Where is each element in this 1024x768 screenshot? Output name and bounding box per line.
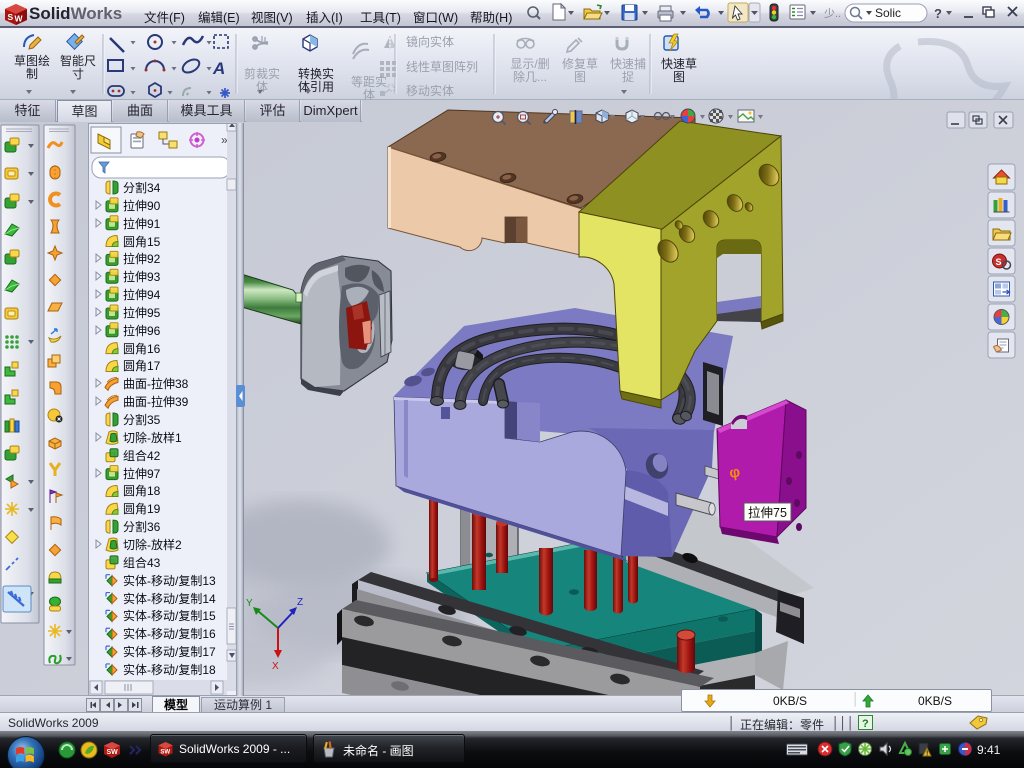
svg-text:圆角16: 圆角16 xyxy=(123,342,161,356)
svg-text:S: S xyxy=(996,257,1002,267)
svg-text:实体-移动/复制13: 实体-移动/复制13 xyxy=(123,573,216,588)
svg-text:实体-移动/复制15: 实体-移动/复制15 xyxy=(123,608,216,623)
svg-text:A: A xyxy=(212,59,225,78)
svg-text:Solic: Solic xyxy=(875,6,901,20)
svg-text:X: X xyxy=(272,661,279,672)
svg-text:Y: Y xyxy=(246,598,253,609)
svg-text:拉伸97: 拉伸97 xyxy=(123,466,161,481)
svg-text:!: ! xyxy=(926,751,928,758)
svg-text:圆角15: 圆角15 xyxy=(123,235,161,249)
svg-text:拉伸96: 拉伸96 xyxy=(123,323,161,338)
svg-text:分割34: 分割34 xyxy=(123,180,161,195)
svg-text:实体-移动/复制16: 实体-移动/复制16 xyxy=(123,626,216,641)
svg-text:实体-移动/复制18: 实体-移动/复制18 xyxy=(123,662,216,677)
svg-text:S: S xyxy=(8,12,14,22)
svg-text:拉伸95: 拉伸95 xyxy=(123,305,161,320)
svg-text:»: » xyxy=(221,133,228,147)
svg-text:W: W xyxy=(15,14,24,24)
svg-text:Z: Z xyxy=(297,597,303,608)
svg-text:SW: SW xyxy=(160,748,170,755)
svg-text:拉伸90: 拉伸90 xyxy=(123,198,161,213)
svg-text:组合43: 组合43 xyxy=(123,555,161,570)
svg-text:分割35: 分割35 xyxy=(123,412,161,427)
svg-text:实体-移动/复制17: 实体-移动/复制17 xyxy=(123,644,216,659)
svg-text:圆角18: 圆角18 xyxy=(123,484,161,498)
svg-text:?: ? xyxy=(862,718,869,730)
svg-text:SW: SW xyxy=(107,749,119,756)
svg-text:少..: 少.. xyxy=(824,7,841,20)
svg-text:组合42: 组合42 xyxy=(123,448,161,463)
svg-text:圆角17: 圆角17 xyxy=(123,359,161,373)
svg-text:拉伸92: 拉伸92 xyxy=(123,251,161,266)
svg-text:?: ? xyxy=(934,6,942,21)
svg-text:拉伸75: 拉伸75 xyxy=(748,505,787,520)
svg-text:拉伸93: 拉伸93 xyxy=(123,269,161,284)
svg-text:切除-放样1: 切除-放样1 xyxy=(123,430,182,445)
svg-text:曲面-拉伸39: 曲面-拉伸39 xyxy=(123,394,189,409)
svg-text:曲面-拉伸38: 曲面-拉伸38 xyxy=(123,376,189,391)
svg-text:圆角19: 圆角19 xyxy=(123,502,161,516)
svg-text:实体-移动/复制14: 实体-移动/复制14 xyxy=(123,591,216,606)
svg-text:分割36: 分割36 xyxy=(123,519,161,534)
svg-text:拉伸94: 拉伸94 xyxy=(123,287,161,302)
svg-text:拉伸91: 拉伸91 xyxy=(123,216,161,231)
svg-text:切除-放样2: 切除-放样2 xyxy=(123,537,182,552)
